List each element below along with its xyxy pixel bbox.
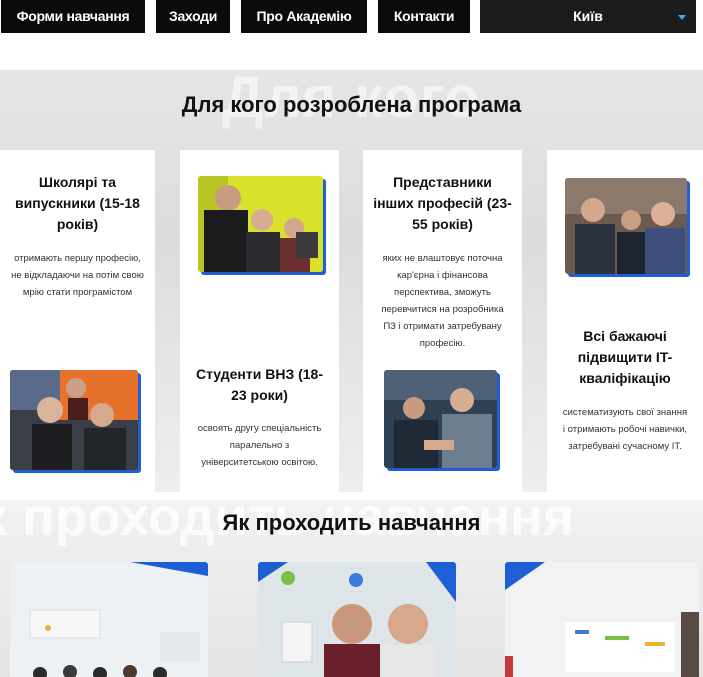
- card-title: Студенти ВНЗ (18-23 роки): [195, 366, 323, 403]
- audience-title: Для кого розроблена програма: [181, 92, 522, 117]
- nav-about-academy[interactable]: Про Академію: [241, 0, 367, 33]
- learning-title: Як проходить навчання: [222, 510, 481, 535]
- card-title: Всі бажаючі підвищити IT-кваліфікацію: [577, 328, 673, 386]
- card-title: Представники інших професій (23-55 років…: [373, 174, 512, 232]
- top-nav: Форми навчання Заходи Про Академію Конта…: [0, 0, 703, 36]
- nav-edge: [696, 0, 703, 33]
- students-closeup-photo: [258, 562, 456, 677]
- audience-section: Для кого Для кого розроблена програма Шк…: [0, 70, 703, 492]
- audience-card-it-upskilling: Всі бажаючі підвищити IT-кваліфікацію си…: [547, 150, 703, 492]
- students-photo: [565, 178, 687, 274]
- city-select[interactable]: Київ: [480, 0, 696, 33]
- students-photo: [384, 370, 497, 468]
- card-text: отримають першу професію, не відкладаючи…: [11, 253, 144, 298]
- nav-contacts[interactable]: Контакти: [378, 0, 470, 33]
- students-photo: [198, 176, 323, 272]
- lounge-photo: [505, 562, 699, 677]
- audience-card-career-changers: Представники інших професій (23-55 років…: [363, 150, 522, 492]
- card-text: освоять другу спеціальність паралельно з…: [197, 423, 322, 468]
- city-select-value: Київ: [573, 8, 603, 24]
- students-photo: [10, 370, 138, 470]
- card-title: Школярі та випускники (15-18 років): [15, 174, 140, 232]
- card-text: яких не влаштовує поточна кар'єрна і фін…: [381, 253, 504, 349]
- audience-card-university-students: Студенти ВНЗ (18-23 роки) освоять другу …: [180, 150, 339, 492]
- audience-card-schoolkids: Школярі та випускники (15-18 років) отри…: [0, 150, 155, 492]
- nav-events[interactable]: Заходи: [156, 0, 230, 33]
- card-text: систематизують свої знання і отримають р…: [562, 407, 688, 452]
- chevron-down-icon: [678, 15, 686, 20]
- classroom-photo: [10, 562, 208, 677]
- learning-section: к проходить навчання Як проходить навчан…: [0, 500, 703, 677]
- nav-forms-of-study[interactable]: Форми навчання: [1, 0, 145, 33]
